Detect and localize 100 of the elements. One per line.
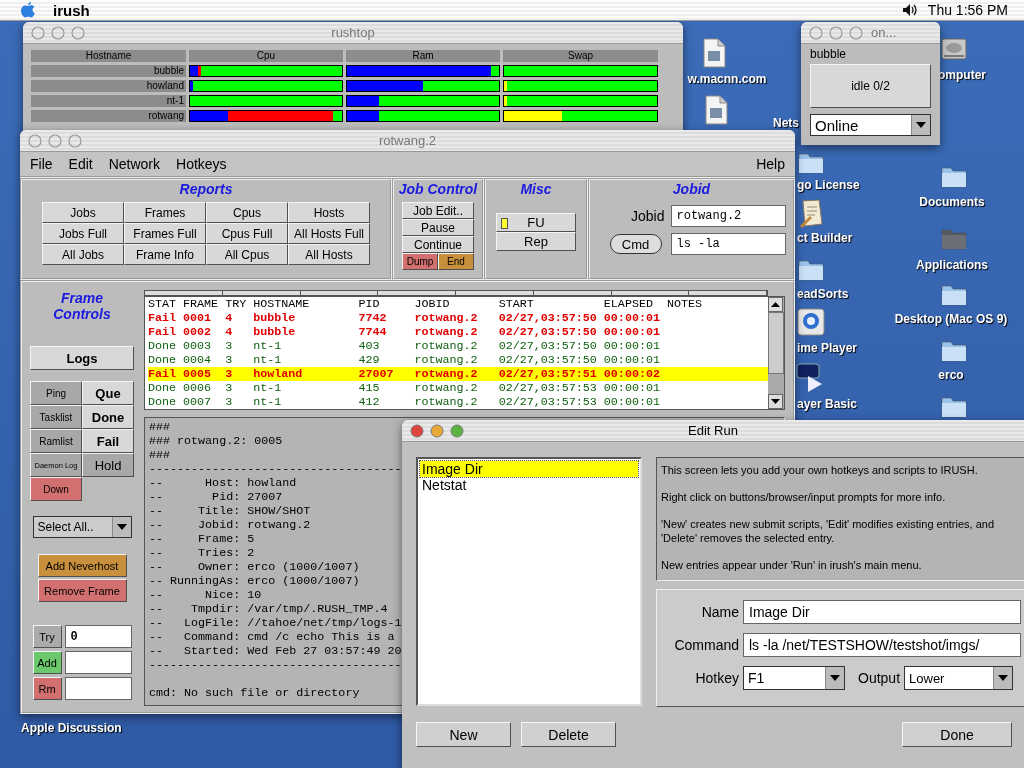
frame-control-button[interactable]: Fail — [82, 429, 134, 453]
command-field[interactable]: ls -la /net/TESTSHOW/testshot/imgs/ — [743, 633, 1021, 657]
list-item[interactable]: Netstat — [420, 477, 638, 493]
report-button[interactable]: Frames — [124, 202, 206, 223]
logs-button[interactable]: Logs — [30, 346, 134, 370]
apple-logo-icon[interactable] — [20, 1, 36, 19]
column-header[interactable]: Hostname — [31, 50, 186, 62]
report-button[interactable]: Cpus Full — [206, 223, 288, 244]
desktop-icon-label[interactable]: Documents — [919, 195, 985, 209]
job-control-button[interactable]: Continue — [402, 236, 474, 253]
table-row[interactable]: Fail 0005 3 howland 27007 rotwang.2 02/27,03:57:51 00:00:02 — [148, 367, 768, 381]
action-button[interactable]: Remove Frame — [37, 579, 127, 602]
frame-control-button[interactable]: Tasklist — [30, 405, 82, 429]
column-header[interactable]: TRY — [225, 297, 254, 311]
job-control-button[interactable]: Pause — [402, 219, 474, 236]
column-header[interactable]: Swap — [503, 50, 658, 62]
job-control-button[interactable]: Job Edit.. — [402, 202, 474, 219]
command-field[interactable]: ls -la — [670, 233, 786, 255]
table-row[interactable]: Fail 0001 4 bubble 7742 rotwang.2 02/27,03:57:50 00:00:01 — [148, 311, 768, 325]
job-control-button[interactable]: Dump — [402, 253, 438, 270]
report-button[interactable]: Jobs Full — [42, 223, 124, 244]
jobid-field[interactable]: rotwang.2 — [670, 205, 786, 227]
desktop-icon-label[interactable]: Applications — [916, 258, 988, 272]
column-header[interactable]: STAT — [148, 297, 184, 311]
desktop-icon-label[interactable]: erco — [938, 368, 964, 382]
paper-tools-icon[interactable] — [798, 198, 826, 228]
minimize-button[interactable] — [430, 424, 444, 438]
media-player-icon[interactable] — [797, 308, 825, 336]
hard-drive-icon[interactable] — [940, 35, 968, 63]
hotkey-dropdown[interactable]: F1 — [743, 666, 845, 690]
column-header[interactable]: Ram — [346, 50, 500, 62]
close-button[interactable] — [410, 424, 424, 438]
menu-item[interactable]: Edit — [68, 156, 93, 172]
desktop-icon-label[interactable]: Apple Discussion — [21, 721, 122, 735]
desktop-icon-label[interactable]: Nets — [773, 116, 799, 130]
frame-control-button[interactable]: Done — [82, 405, 134, 429]
toggle-button[interactable]: FU — [496, 213, 576, 232]
frame-control-button[interactable]: Ping — [30, 381, 82, 405]
report-button[interactable]: All Hosts — [288, 244, 370, 265]
list-item[interactable]: Image Dir — [420, 461, 638, 477]
dialog-button[interactable]: Delete — [521, 722, 616, 747]
desktop-icon-label[interactable]: Desktop (Mac OS 9) — [894, 312, 1008, 326]
report-button[interactable]: Cpus — [206, 202, 288, 223]
play-icon[interactable] — [796, 362, 824, 392]
scrollbar[interactable] — [768, 297, 784, 409]
input-button[interactable]: Add — [32, 651, 62, 674]
cmd-button[interactable]: Cmd — [609, 234, 662, 254]
document-icon[interactable] — [702, 95, 730, 125]
desktop-icon-label[interactable]: ayer Basic — [797, 397, 858, 411]
done-button[interactable]: Done — [902, 722, 1012, 747]
column-header[interactable]: Cpu — [189, 50, 343, 62]
select-dropdown[interactable]: Select All.. — [32, 516, 132, 538]
column-header[interactable]: ELAPSED — [603, 297, 667, 311]
output-dropdown[interactable]: Lower — [904, 666, 1014, 690]
frame-control-button[interactable]: Down — [30, 477, 82, 501]
column-header[interactable]: FRAME — [183, 297, 226, 311]
misc-button[interactable]: Rep — [496, 232, 576, 251]
desktop-icon-label[interactable]: go License — [797, 178, 860, 192]
action-button[interactable]: Add Neverhost — [37, 554, 127, 577]
table-row[interactable]: Done 0004 3 nt-1 429 rotwang.2 02/27,03:57:50 00:00:01 — [148, 353, 768, 367]
menu-item[interactable]: Help — [756, 156, 785, 172]
mode-dropdown[interactable]: Online — [810, 114, 931, 136]
table-row[interactable]: Fail 0002 4 bubble 7744 rotwang.2 02/27,03:57:50 00:00:01 — [148, 325, 768, 339]
app-name[interactable]: irush — [53, 1, 90, 19]
column-header[interactable]: PID — [358, 297, 415, 311]
column-header[interactable]: JOBID — [414, 297, 499, 311]
desktop-icon-label[interactable]: ct Builder — [797, 231, 853, 245]
menu-item[interactable]: Network — [108, 156, 161, 172]
menu-item[interactable]: Hotkeys — [176, 156, 227, 172]
menu-item[interactable]: File — [30, 156, 53, 172]
report-button[interactable]: Jobs — [42, 202, 124, 223]
zoom-button[interactable] — [450, 424, 464, 438]
name-field[interactable]: Image Dir — [743, 600, 1021, 624]
column-header[interactable]: NOTES — [666, 297, 768, 311]
status-button[interactable]: idle 0/2 — [810, 64, 931, 108]
input-field[interactable] — [64, 651, 132, 674]
desktop-icon-label[interactable]: w.macnn.com — [687, 72, 767, 86]
table-row[interactable]: Done 0007 3 nt-1 412 rotwang.2 02/27,03:57:53 00:00:01 — [148, 395, 768, 409]
frame-control-button[interactable]: Hold — [82, 453, 134, 477]
desktop-icon-label[interactable]: ime Player — [797, 341, 858, 355]
speaker-icon[interactable] — [901, 3, 918, 17]
table-row[interactable]: Done 0006 3 nt-1 415 rotwang.2 02/27,03:57:53 00:00:01 — [148, 381, 768, 395]
input-button[interactable]: Try — [32, 625, 62, 648]
input-field[interactable] — [64, 677, 132, 700]
frame-control-button[interactable]: Que — [82, 381, 134, 405]
document-icon[interactable] — [700, 38, 728, 68]
table-row[interactable]: Done 0003 3 nt-1 403 rotwang.2 02/27,03:57:50 00:00:01 — [148, 339, 768, 353]
report-button[interactable]: All Jobs — [42, 244, 124, 265]
job-control-button[interactable]: End — [438, 253, 474, 270]
input-button[interactable]: Rm — [32, 677, 62, 700]
report-button[interactable]: All Hosts Full — [288, 223, 370, 244]
dialog-button[interactable]: New — [416, 722, 511, 747]
report-button[interactable]: Frame Info — [124, 244, 206, 265]
report-button[interactable]: Frames Full — [124, 223, 206, 244]
report-button[interactable]: All Cpus — [206, 244, 288, 265]
frame-control-button[interactable]: Ramlist — [30, 429, 82, 453]
report-button[interactable]: Hosts — [288, 202, 370, 223]
desktop-icon-label[interactable]: eadSorts — [797, 287, 849, 301]
desktop-icon-label[interactable]: omputer — [938, 68, 986, 82]
column-header[interactable]: HOSTNAME — [253, 297, 359, 311]
